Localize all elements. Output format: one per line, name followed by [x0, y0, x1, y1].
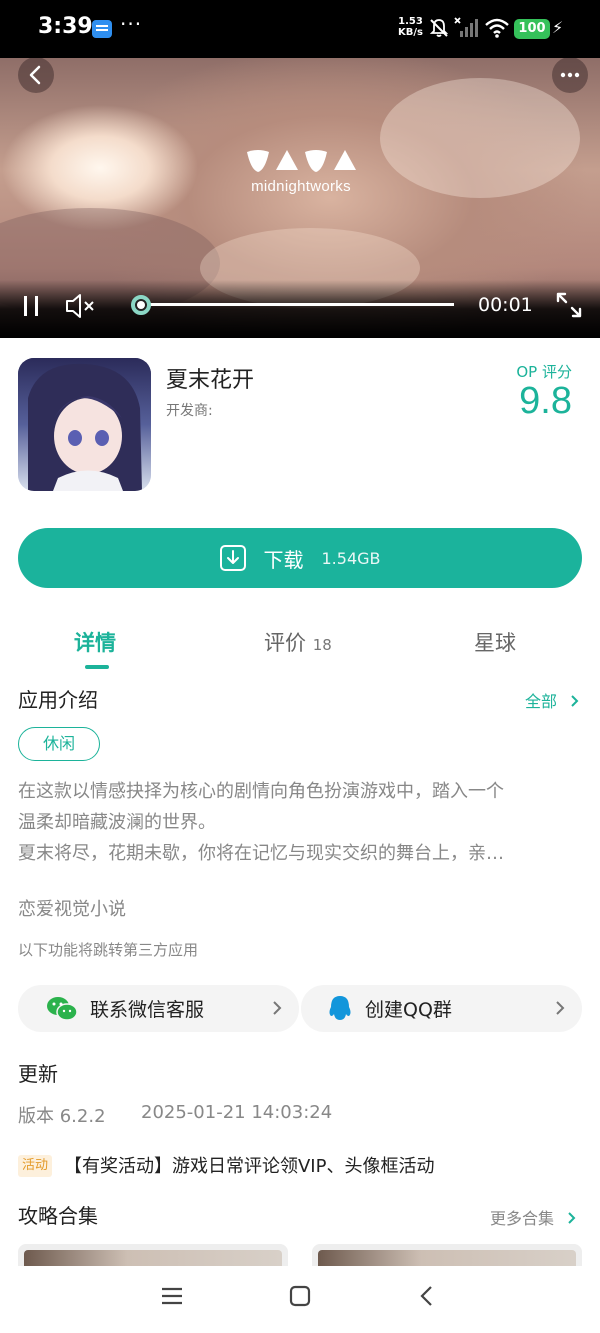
wifi-icon [485, 18, 509, 38]
network-speed: 1.53 KB/s [398, 16, 423, 38]
intro-see-all-label: 全部 [525, 692, 558, 711]
app-title: 夏末花开 [166, 368, 255, 393]
developer-label: 开发商: [166, 403, 213, 419]
description-line: 夏末将尽，花期未歇，你将在记忆与现实交织的舞台上，亲… [18, 843, 504, 864]
tab-reviews[interactable]: 评价 18 [264, 627, 332, 657]
create-qq-group-label: 创建QQ群 [365, 999, 452, 1021]
chevron-right-icon [273, 1001, 282, 1015]
wechat-service-label: 联系微信客服 [90, 999, 205, 1021]
update-time: 2025-01-21 14:03:24 [141, 1102, 333, 1123]
app-notification-icon [92, 20, 112, 38]
playback-time: 00:01 [478, 294, 533, 316]
tab-active-indicator [85, 665, 109, 669]
mute-icon[interactable] [64, 292, 98, 320]
back-icon [29, 65, 41, 85]
score-value: 9.8 [519, 380, 572, 422]
signal-icon [454, 17, 478, 37]
progress-knob[interactable] [131, 295, 151, 315]
tab-planet[interactable]: 星球 [474, 627, 516, 657]
update-version: 版本 6.2.2 [18, 1106, 106, 1127]
tab-details-label: 详情 [74, 631, 116, 655]
category-label: 恋爱视觉小说 [18, 899, 126, 920]
download-button[interactable]: 下载 1.54GB [18, 528, 582, 588]
create-qq-group-button[interactable]: 创建QQ群 [301, 985, 582, 1032]
event-link[interactable]: 【有奖活动】游戏日常评论领VIP、头像框活动 [64, 1152, 434, 1178]
video-controls: 00:01 [0, 280, 600, 338]
wechat-icon [47, 996, 78, 1021]
download-label: 下载 [263, 547, 304, 572]
tab-reviews-count: 18 [312, 636, 332, 654]
status-time: 3:39 [38, 14, 93, 39]
description-line: 在这款以情感抉择为核心的剧情向角色扮演游戏中，踏入一个 [18, 781, 504, 802]
pause-icon[interactable] [22, 294, 42, 318]
video-logo: midnightworks [236, 148, 366, 195]
event-badge: 活动 [18, 1155, 53, 1177]
guide-card[interactable] [18, 1244, 288, 1266]
mute-notification-icon [429, 19, 449, 37]
home-icon[interactable] [288, 1284, 312, 1308]
intro-title: 应用介绍 [18, 688, 98, 712]
system-navigation-bar [0, 1266, 600, 1333]
more-icon [560, 72, 580, 78]
chevron-right-icon [568, 1212, 576, 1224]
tab-details[interactable]: 详情 [74, 627, 116, 657]
chevron-right-icon [571, 695, 579, 707]
more-guides-label: 更多合集 [490, 1209, 555, 1228]
tab-planet-label: 星球 [474, 631, 516, 655]
description-line: 温柔却暗藏波澜的世界。 [18, 812, 216, 833]
video-player[interactable]: midnightworks 00:01 [0, 58, 600, 338]
status-more-icon: ··· [120, 12, 143, 36]
wechat-service-button[interactable]: 联系微信客服 [18, 985, 299, 1032]
battery-indicator: 100 [514, 19, 550, 39]
status-bar: 3:39 ··· 1.53 KB/s 100 ⚡ [0, 0, 600, 58]
qq-icon [329, 995, 351, 1020]
network-speed-value: 1.53 [398, 16, 423, 27]
genre-tag[interactable]: 休闲 [18, 727, 100, 761]
back-nav-icon[interactable] [416, 1284, 440, 1308]
chevron-right-icon [556, 1001, 565, 1015]
app-description[interactable]: 在这款以情感抉择为核心的剧情向角色扮演游戏中，踏入一个 温柔却暗藏波澜的世界。 … [18, 776, 584, 869]
guides-title: 攻略合集 [18, 1204, 98, 1228]
charging-icon: ⚡ [552, 18, 564, 37]
more-options-button[interactable] [552, 58, 588, 93]
tab-reviews-label: 评价 [264, 631, 306, 655]
app-icon [18, 358, 151, 491]
intro-see-all-link[interactable]: 全部 [525, 688, 582, 712]
logo-text: midnightworks [251, 178, 351, 195]
logo-mark [236, 148, 366, 174]
fullscreen-icon[interactable] [552, 288, 586, 322]
network-speed-unit: KB/s [398, 27, 423, 38]
menu-icon[interactable] [160, 1284, 184, 1308]
download-size: 1.54GB [321, 548, 381, 568]
guide-card[interactable] [312, 1244, 582, 1266]
download-icon [219, 545, 246, 571]
score-label: OP 评分 [516, 363, 572, 381]
back-button[interactable] [18, 58, 54, 93]
third-party-note: 以下功能将跳转第三方应用 [18, 941, 199, 959]
progress-bar[interactable] [140, 303, 454, 306]
update-title: 更新 [18, 1062, 58, 1086]
more-guides-link[interactable]: 更多合集 [490, 1205, 579, 1229]
